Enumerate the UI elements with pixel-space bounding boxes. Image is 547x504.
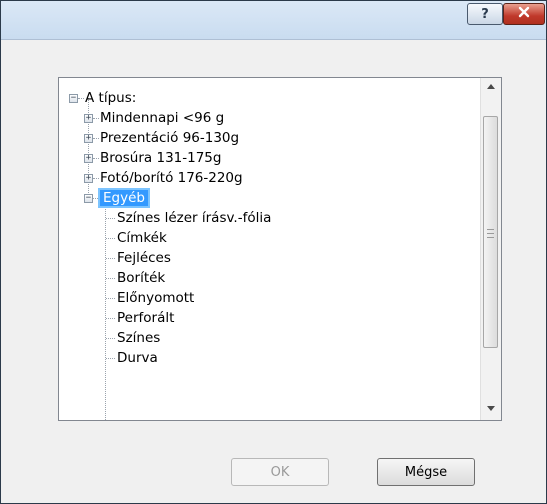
paper-type-tree[interactable]: − A típus: + Mindennapi <96 g + Prezentá… xyxy=(58,77,502,421)
dialog-content: − A típus: + Mindennapi <96 g + Prezentá… xyxy=(1,40,546,503)
tree-item-fejleces[interactable]: Fejléces xyxy=(117,248,171,268)
expand-icon[interactable]: + xyxy=(84,134,93,143)
tree-item-mindennapi[interactable]: Mindennapi <96 g xyxy=(100,108,224,128)
tree-item-boritek[interactable]: Boríték xyxy=(117,268,165,288)
dialog-window: ? − A típus: + Mindennapi <96 g + Prezen… xyxy=(0,0,547,504)
tree-item-perforalt[interactable]: Perforált xyxy=(117,308,174,328)
tree-item-prezentacio[interactable]: Prezentáció 96-130g xyxy=(100,128,239,148)
tree-item-szines[interactable]: Színes xyxy=(117,328,160,348)
ok-button[interactable]: OK xyxy=(231,458,329,486)
title-bar: ? xyxy=(1,1,546,40)
close-button[interactable] xyxy=(503,3,545,25)
scroll-thumb[interactable] xyxy=(483,116,498,348)
cancel-button[interactable]: Mégse xyxy=(377,458,475,486)
help-icon: ? xyxy=(481,6,489,22)
tree-root-label[interactable]: A típus: xyxy=(85,88,136,108)
tree-item-egyeb[interactable]: Egyéb xyxy=(98,188,150,208)
grip-icon xyxy=(487,229,494,238)
tree-item-foto-borito[interactable]: Fotó/borító 176-220g xyxy=(100,168,243,188)
tree-view: − A típus: + Mindennapi <96 g + Prezentá… xyxy=(59,78,481,420)
tree-item-durva[interactable]: Durva xyxy=(117,348,158,368)
selected-item-label: Egyéb xyxy=(98,188,150,208)
triangle-up-icon xyxy=(487,84,495,89)
tree-item-cimkek[interactable]: Címkék xyxy=(117,228,167,248)
collapse-icon[interactable]: − xyxy=(84,194,93,203)
close-icon xyxy=(518,6,530,22)
scroll-down-button[interactable] xyxy=(481,400,501,418)
scroll-up-button[interactable] xyxy=(481,78,501,96)
collapse-icon[interactable]: − xyxy=(69,94,78,103)
help-button[interactable]: ? xyxy=(467,3,503,25)
vertical-scrollbar[interactable] xyxy=(480,78,501,420)
expand-icon[interactable]: + xyxy=(84,154,93,163)
expand-icon[interactable]: + xyxy=(84,114,93,123)
tree-item-szines-lezer-fólia[interactable]: Színes lézer írásv.-fólia xyxy=(117,208,271,228)
triangle-down-icon xyxy=(487,406,495,411)
tree-item-elonyomott[interactable]: Előnyomott xyxy=(117,288,194,308)
expand-icon[interactable]: + xyxy=(84,174,93,183)
tree-item-brosura[interactable]: Brosúra 131-175g xyxy=(100,148,221,168)
